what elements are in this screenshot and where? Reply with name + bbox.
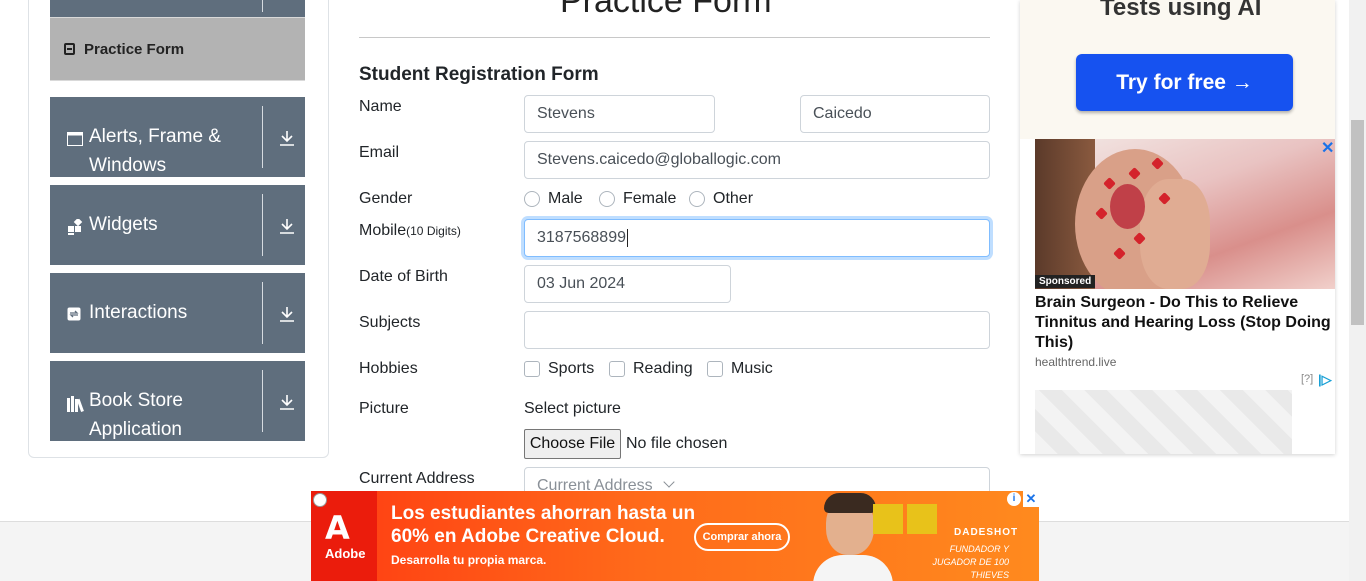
ad-banner-right[interactable]: Tests using AI Try for free → Sponsored …	[1020, 0, 1335, 454]
radio-circle[interactable]	[524, 191, 540, 207]
ad-person-name: DADESHOT	[954, 527, 1019, 538]
dob-label: Date of Birth	[359, 268, 448, 285]
download-icon	[280, 307, 294, 322]
mobile-input[interactable]: 3187568899	[524, 219, 990, 257]
ad-badge-icon	[313, 493, 327, 507]
window-icon	[67, 132, 83, 146]
sidebar-group-interactions[interactable]: Interactions	[50, 273, 305, 353]
ad-image[interactable]	[1035, 139, 1335, 289]
ad-line3: Desarrolla tu propia marca.	[391, 553, 547, 567]
sidebar-group-widgets[interactable]: Widgets	[50, 185, 305, 265]
form-icon	[64, 43, 75, 55]
chevron-down-icon	[662, 476, 675, 488]
sponsored-badge: Sponsored	[1035, 275, 1096, 288]
divider	[359, 37, 990, 38]
ad-headline: Tests using AI	[1100, 0, 1262, 21]
sidebar-group-label: Book Store	[89, 390, 183, 411]
page: Practice Form Alerts, Frame & Windows Wi…	[0, 0, 1366, 581]
ad-pattern	[1035, 390, 1292, 454]
dob-input[interactable]: 03 Jun 2024	[524, 265, 731, 303]
radio-circle[interactable]	[689, 191, 705, 207]
form-subtitle: Student Registration Form	[359, 64, 599, 85]
info-icon[interactable]: i	[1007, 492, 1021, 506]
hobby-music-checkbox[interactable]: Music	[707, 360, 773, 378]
gender-male-radio[interactable]: Male	[524, 190, 583, 208]
email-input[interactable]: Stevens.caicedo@globallogic.com	[524, 141, 990, 179]
address-label: Current Address	[359, 470, 475, 487]
checkbox-box[interactable]	[609, 361, 625, 377]
ad-help-link[interactable]: [?]	[1301, 373, 1313, 385]
ad-banner-bottom[interactable]: A Adobe Los estudiantes ahorran hasta un…	[311, 491, 1039, 581]
sidebar-group-label: Windows	[89, 155, 167, 176]
hobby-reading-checkbox[interactable]: Reading	[609, 360, 693, 378]
subjects-input[interactable]	[524, 311, 990, 349]
sidebar-item-label: Practice Form	[84, 40, 185, 58]
ad-line2: 60% en Adobe Creative Cloud.	[391, 526, 665, 547]
scrollbar-thumb[interactable]	[1351, 120, 1364, 325]
page-title: Practice Form	[560, 0, 772, 20]
book-icon	[67, 396, 84, 412]
ad-source[interactable]: healthtrend.live	[1035, 355, 1116, 369]
download-icon	[280, 219, 294, 234]
interactions-icon	[67, 307, 83, 321]
sidebar-group-label: Interactions	[89, 302, 188, 323]
gender-option-label: Male	[548, 190, 583, 207]
adchoices-icon[interactable]: |▷	[1318, 372, 1332, 388]
ad-line1: Los estudiantes ahorran hasta un	[391, 503, 696, 524]
last-name-input[interactable]: Caicedo	[800, 95, 990, 133]
name-label: Name	[359, 98, 402, 115]
select-picture-label: Select picture	[524, 400, 621, 417]
ad-buy-button[interactable]: Comprar ahora	[694, 523, 790, 551]
choose-file-button[interactable]: Choose File	[524, 429, 621, 459]
gender-label: Gender	[359, 190, 413, 207]
ad-try-button[interactable]: Try for free →	[1076, 54, 1293, 111]
gender-option-label: Other	[713, 190, 754, 207]
widgets-icon	[67, 217, 83, 235]
close-icon[interactable]: ✕	[1023, 491, 1039, 507]
checkbox-box[interactable]	[707, 361, 723, 377]
email-label: Email	[359, 144, 400, 161]
hobby-option-label: Music	[731, 360, 773, 377]
sidebar-item-practice-form[interactable]: Practice Form	[50, 17, 305, 81]
checkbox-box[interactable]	[524, 361, 540, 377]
hobby-option-label: Reading	[633, 360, 693, 377]
sidebar-group-alerts[interactable]: Alerts, Frame & Windows	[50, 97, 305, 177]
hobbies-label: Hobbies	[359, 360, 418, 377]
ad-person-subtitle: FUNDADOR Y JUGADOR DE 100 THIEVES	[932, 544, 1009, 580]
download-icon	[280, 395, 294, 410]
sidebar-group-bookstore[interactable]: Book Store Application	[50, 361, 305, 441]
picture-label: Picture	[359, 400, 409, 417]
mobile-label: Mobile(10 Digits)	[359, 222, 461, 239]
close-icon[interactable]: ✕	[1321, 138, 1334, 158]
hobby-sports-checkbox[interactable]: Sports	[524, 360, 594, 378]
sidebar-group-label: Application	[89, 419, 182, 440]
sidebar-group-label: Alerts, Frame &	[89, 126, 221, 147]
download-icon	[280, 131, 294, 146]
ad-title-link[interactable]: Brain Surgeon - Do This to Relieve Tinni…	[1035, 293, 1335, 353]
gender-option-label: Female	[623, 190, 677, 207]
ad-team-logos	[873, 504, 943, 534]
gender-female-radio[interactable]: Female	[599, 190, 676, 208]
hobby-option-label: Sports	[548, 360, 595, 377]
sidebar-group-forms[interactable]	[50, 0, 305, 17]
first-name-input[interactable]: Stevens	[524, 95, 715, 133]
radio-circle[interactable]	[599, 191, 615, 207]
sidebar-group-label: Widgets	[89, 214, 158, 235]
gender-other-radio[interactable]: Other	[689, 190, 753, 208]
subjects-label: Subjects	[359, 314, 421, 331]
file-status-text: No file chosen	[626, 435, 728, 452]
